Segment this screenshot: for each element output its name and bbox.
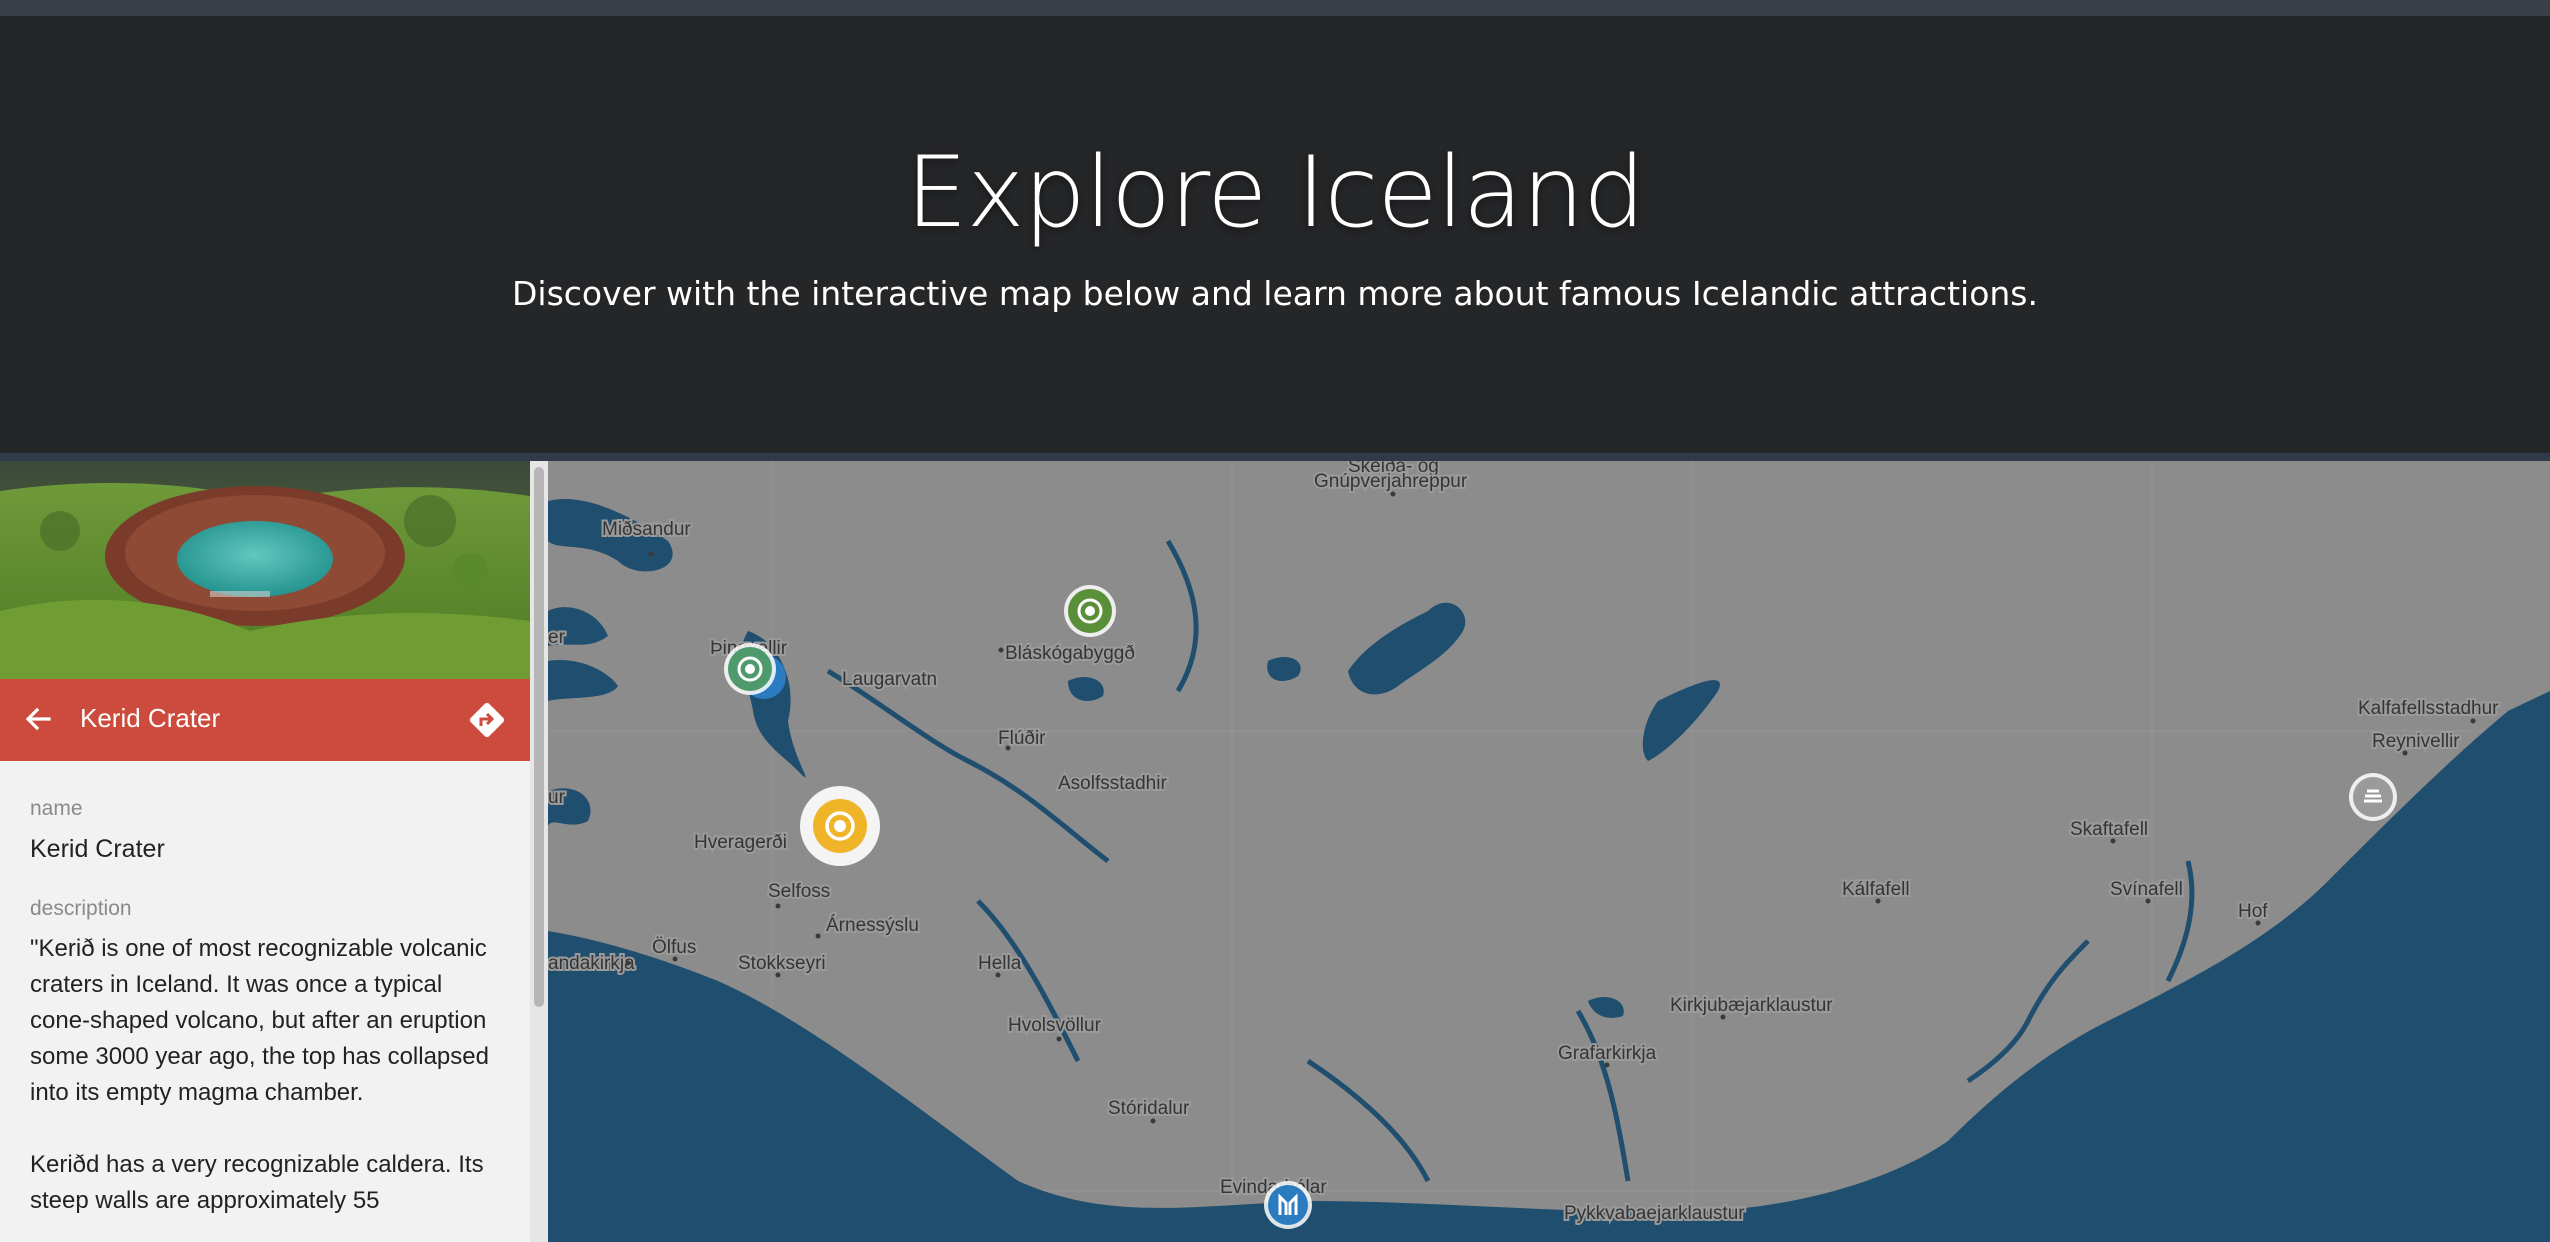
rivers <box>786 539 2195 1183</box>
place-label: andakirkja <box>548 953 635 974</box>
place-label: Kalfafellsstadhur <box>2358 698 2499 719</box>
description-value: "Kerið is one of most recognizable volca… <box>30 935 489 1214</box>
place-label: Stóridalur <box>1108 1098 1190 1119</box>
place-photo <box>0 461 530 679</box>
place-label: Svínafell <box>2110 879 2183 900</box>
place-label: ur <box>548 787 566 808</box>
place-label: Reynivellir <box>2372 731 2460 752</box>
place-label: Kálfafell <box>1842 879 1910 900</box>
directions-button[interactable] <box>466 699 508 741</box>
green-marker[interactable] <box>1064 585 1116 637</box>
directions-icon <box>469 702 505 738</box>
page-title: Explore Iceland <box>905 136 1646 250</box>
grey-marker[interactable] <box>2349 773 2397 821</box>
place-label: Asolfsstadhir <box>1058 773 1167 794</box>
place-title: Kerid Crater <box>80 703 221 733</box>
arrow-left-icon <box>25 707 51 731</box>
green-marker[interactable] <box>724 643 776 695</box>
name-value: Kerid Crater <box>30 835 165 863</box>
name-label: name <box>30 797 83 820</box>
place-label: Gnúpverjahreppur <box>1314 471 1468 492</box>
place-header-bar: Kerid Crater <box>0 679 530 761</box>
place-label: Miðsandur <box>602 519 691 540</box>
ocean <box>548 691 2550 1242</box>
place-label: Skaftafell <box>2070 819 2148 840</box>
place-label: Selfoss <box>768 881 830 902</box>
place-label: Stokkseyri <box>738 953 826 974</box>
sidebar-scrollbar[interactable] <box>530 461 548 1242</box>
section-divider <box>0 453 2550 461</box>
place-label: Hvolsvöllur <box>1008 1015 1102 1036</box>
place-label: Hveragerði <box>694 832 787 853</box>
place-label: Kirkjubæjarklaustur <box>1670 995 1833 1016</box>
yellow-marker[interactable] <box>800 786 880 866</box>
place-label: Bláskógabyggð <box>1005 643 1135 664</box>
place-details-panel: Kerid Crater name Kerid Crater descripti… <box>0 461 530 1242</box>
place-label: Laugarvatn <box>842 669 937 690</box>
map-canvas[interactable]: Skeiða- ogSkeiða- og GnúpverjahreppurGnú… <box>548 461 2550 1242</box>
interactive-map[interactable]: Skeiða- og Skeiða- og Gnúpverjahreppur Gnú… <box>548 461 2550 1242</box>
place-details: name Kerid Crater description "Kerið is … <box>30 797 500 1219</box>
place-label: Hof <box>2238 901 2268 922</box>
place-label: Grafarkirkja <box>1558 1043 1657 1064</box>
description-label: description <box>30 897 132 920</box>
place-label: Árnessýslu <box>826 915 919 936</box>
place-label: Flúðir <box>998 728 1046 749</box>
scrollbar-thumb[interactable] <box>534 467 544 1007</box>
place-label: Hella <box>978 953 1022 974</box>
lakes <box>548 499 1720 1018</box>
page-subtitle: Discover with the interactive map below … <box>512 274 2038 313</box>
place-label: Ölfus <box>652 937 696 958</box>
top-bar <box>0 0 2550 16</box>
blue-marker[interactable] <box>1264 1181 1312 1229</box>
place-label: Pykkvabaejarklaustur <box>1564 1203 1745 1224</box>
back-button[interactable] <box>18 699 58 739</box>
place-label: er <box>548 627 566 648</box>
hero-banner: Explore Iceland Discover with the intera… <box>0 16 2550 453</box>
